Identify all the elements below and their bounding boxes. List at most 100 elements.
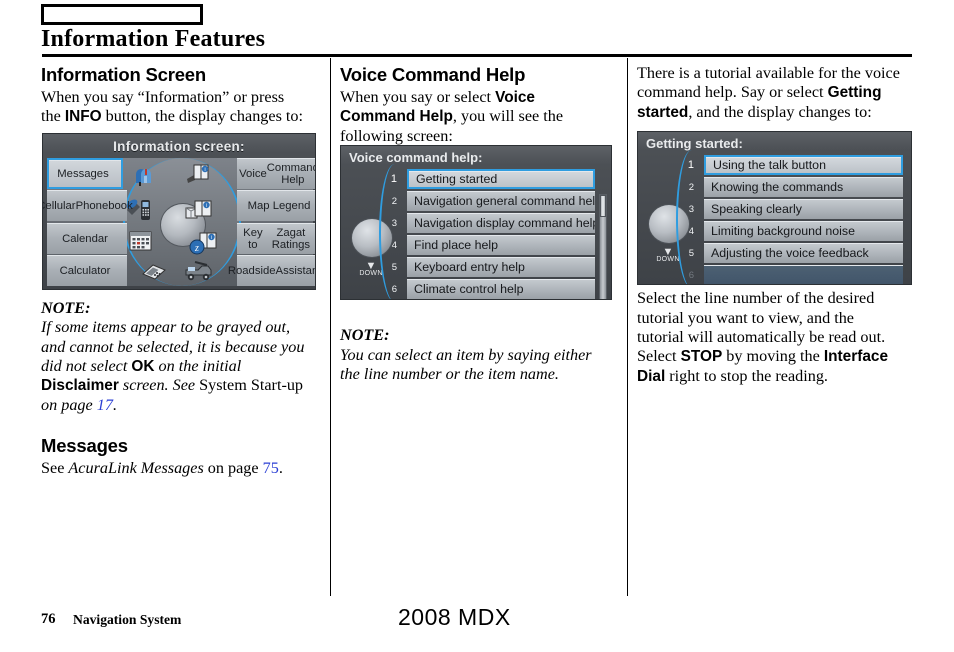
section-title-information-screen: Information Screen — [41, 64, 206, 85]
list-item-label[interactable]: Keyboard entry help — [407, 257, 595, 277]
after-line5-post: right to stop the reading. — [665, 366, 828, 385]
list-item[interactable]: 4 Find place help — [389, 234, 595, 256]
system-startup-ref: System Start-up — [199, 376, 304, 395]
list-item-number: 2 — [688, 181, 694, 193]
tow-truck-icon — [183, 258, 215, 285]
page-reference-75[interactable]: 75 — [263, 459, 279, 477]
menu-item-voice-command-help[interactable]: Voice Command Help — [237, 158, 315, 189]
information-screen-icon-cluster: i i iz — [123, 158, 241, 286]
voice-command-help-screen-title: Voice command help: — [349, 150, 483, 165]
list-item-label[interactable]: Using the talk button — [704, 155, 903, 175]
intro-line-2-pre: the — [41, 107, 65, 126]
list-item[interactable]: 1 Using the talk button — [686, 154, 903, 176]
menu-item-key-to-zagat-ratings[interactable]: Key to Zagat Ratings — [237, 223, 315, 254]
list-item-label[interactable]: Knowing the commands — [704, 177, 903, 197]
after-line4-mid: by moving the — [722, 347, 824, 366]
list-item-label[interactable]: Speaking clearly — [704, 199, 903, 219]
info-button-label: INFO — [64, 108, 102, 126]
vch-intro-post: , you will see the — [452, 107, 564, 126]
note1-line3-post: on the initial — [154, 357, 242, 376]
intro-line-1: When you say “Information” or press — [41, 88, 285, 106]
after-line2: tutorial you want to view, and the — [637, 308, 854, 327]
vch-intro-pre: When you say or select — [340, 88, 496, 106]
getting-bold: Getting — [827, 84, 882, 102]
footer-model: 2008 MDX — [398, 604, 511, 630]
list-item-label[interactable]: Navigation display command help — [407, 213, 595, 233]
note1-line4-mid: screen. See — [118, 376, 200, 395]
information-screen-title: Information screen: — [113, 139, 245, 154]
list-item-label[interactable]: Limiting background noise — [704, 221, 903, 241]
menu-item-messages[interactable]: Messages — [47, 158, 123, 189]
list-item-number: 1 — [687, 159, 694, 171]
note2-line1: You can select an item by saying either — [340, 345, 592, 364]
page-reference-17[interactable]: 17 — [97, 396, 113, 414]
note1-line3-pre: did not select — [41, 357, 132, 376]
list-item-label[interactable]: Getting started — [407, 169, 595, 189]
list-item[interactable]: 5 Adjusting the voice feedback — [686, 242, 903, 264]
list-item[interactable]: 3 Speaking clearly — [686, 198, 903, 220]
svg-text:z: z — [194, 243, 199, 254]
scrollbar[interactable] — [599, 194, 607, 299]
list-item[interactable]: 2 Knowing the commands — [686, 176, 903, 198]
zagat-book-icon: iz — [189, 232, 217, 259]
messages-mid: on page — [203, 459, 263, 478]
list-item[interactable]: 6 — [686, 264, 903, 284]
column-divider-2 — [627, 58, 628, 596]
menu-item-calculator[interactable]: Calculator — [47, 255, 127, 286]
getting-started-list: 1 Using the talk button 2 Knowing the comma… — [686, 154, 903, 284]
list-item[interactable]: 6 Climate control help — [389, 278, 595, 299]
section-title-voice-command-help: Voice Command Help — [340, 64, 526, 85]
svg-text:i: i — [206, 203, 207, 209]
information-screen-right-menu: Voice Command Help Map Legend Key to Zagat… — [228, 158, 315, 286]
list-item[interactable]: 4 Limiting background noise — [686, 220, 903, 242]
footer-page-number: 76 — [41, 611, 56, 627]
list-item-label[interactable]: Find place help — [407, 235, 595, 255]
calendar-icon — [129, 230, 153, 255]
list-item-number: 5 — [688, 247, 694, 259]
list-item[interactable]: 3 Navigation display command help — [389, 212, 595, 234]
interface-label: Interface — [823, 348, 889, 366]
menu-item-calendar[interactable]: Calendar — [47, 223, 127, 254]
note1-line5-pre: on page — [41, 395, 97, 414]
menu-item-roadside-assistance[interactable]: RoadsideAssistance — [228, 255, 315, 286]
list-item-label[interactable] — [704, 265, 903, 284]
list-item-number: 2 — [391, 195, 397, 207]
book-info-icon: i — [185, 161, 211, 188]
list-item-number: 5 — [391, 261, 397, 273]
note-text-1: If some items appear to be grayed out, a… — [41, 318, 313, 415]
column-divider-1 — [330, 58, 331, 596]
messages-pre: See — [41, 459, 69, 478]
list-item[interactable]: 2 Navigation general command help — [389, 190, 595, 212]
footer-section-name: Navigation System — [73, 612, 182, 627]
header-tab-box — [41, 4, 203, 25]
note-text-2: You can select an item by saying either … — [340, 346, 615, 385]
section-title-messages: Messages — [41, 435, 128, 457]
list-item-label[interactable]: Navigation general command help — [407, 191, 595, 211]
menu-item-map-legend[interactable]: Map Legend — [237, 190, 315, 221]
calculator-icon — [141, 262, 167, 285]
mailbox-icon — [133, 166, 155, 189]
list-item[interactable]: 1 Getting started — [389, 168, 595, 190]
after-line1: Select the line number of the desired — [637, 289, 875, 308]
started-bold: started — [637, 103, 689, 121]
intro-line-2-post: button, the display changes to: — [101, 107, 304, 126]
note1-line5-post: . — [112, 395, 117, 414]
tut-line1: There is a tutorial available for the vo… — [637, 64, 900, 82]
header-rule — [42, 54, 912, 57]
list-item-number: 4 — [391, 239, 397, 251]
list-item-number: 6 — [391, 283, 397, 295]
list-item-label[interactable]: Climate control help — [407, 279, 595, 299]
menu-item-cellular-phonebook[interactable]: CellularPhonebook — [43, 190, 133, 221]
voice-bold-2: Command Help — [340, 108, 453, 126]
dial-label: Dial — [637, 367, 666, 385]
list-item-number: 4 — [688, 225, 694, 237]
note-label-1: NOTE: — [41, 298, 91, 317]
list-item-label[interactable]: Adjusting the voice feedback — [704, 243, 903, 263]
nav-screenshot-voice-command-help: Voice command help: ▼ DOWN 1 Getting star… — [340, 145, 612, 300]
scrollbar-thumb[interactable] — [600, 195, 606, 217]
list-item[interactable]: 5 Keyboard entry help — [389, 256, 595, 278]
nav-screenshot-getting-started: Getting started: ▼ DOWN 1 Using the talk … — [637, 131, 912, 285]
note1-line2: and cannot be selected, it is because yo… — [41, 337, 305, 356]
information-screen-intro: When you say “Information” or press the … — [41, 88, 313, 127]
tutorial-intro: There is a tutorial available for the vo… — [637, 64, 912, 122]
